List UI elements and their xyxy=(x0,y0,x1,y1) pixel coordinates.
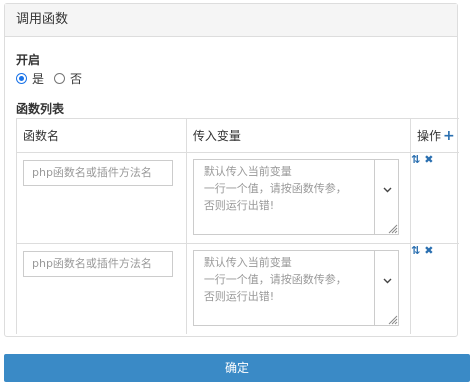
enable-yes-label: 是 xyxy=(32,72,45,86)
enable-no-radio[interactable]: 否 xyxy=(54,70,82,87)
ops-header-label: 操作 xyxy=(417,129,442,143)
vars-field: 默认传入当前变量 一行一个值，请按函数传参， 否则运行出错! xyxy=(192,159,399,235)
remove-icon[interactable]: ✖ xyxy=(424,244,433,257)
ops-cell: ⇅ ✖ xyxy=(410,152,459,244)
function-name-header: 函数名 xyxy=(16,118,187,153)
remove-icon[interactable]: ✖ xyxy=(424,153,433,166)
chevron-down-icon[interactable] xyxy=(383,187,392,193)
resize-handle-icon[interactable] xyxy=(388,315,398,325)
function-name-input[interactable]: php函数名或插件方法名 xyxy=(23,251,173,277)
function-table: 函数名 传入变量 操作 + php函数名或插件方法名 默认传入当前变量 一行一个值… xyxy=(16,118,459,334)
radio-checked-icon[interactable] xyxy=(16,73,27,84)
vars-textarea[interactable]: 默认传入当前变量 一行一个值，请按函数传参， 否则运行出错! xyxy=(194,160,375,234)
enable-label: 开启 xyxy=(16,53,41,67)
function-name-input[interactable]: php函数名或插件方法名 xyxy=(23,160,173,186)
vars-field: 默认传入当前变量 一行一个值，请按函数传参， 否则运行出错! xyxy=(192,250,399,326)
vars-cell: 默认传入当前变量 一行一个值，请按函数传参， 否则运行出错! xyxy=(185,243,411,334)
function-name-cell: php函数名或插件方法名 xyxy=(16,243,187,334)
enable-yes-radio[interactable]: 是 xyxy=(16,70,44,87)
enable-no-label: 否 xyxy=(70,72,83,86)
panel-title: 调用函数 xyxy=(5,4,457,37)
confirm-button[interactable]: 确定 xyxy=(4,354,470,382)
resize-handle-icon[interactable] xyxy=(388,224,398,234)
enable-radio-group: 是 否 xyxy=(16,70,92,87)
sort-icon[interactable]: ⇅ xyxy=(411,244,420,257)
ops-header: 操作 + xyxy=(410,118,459,153)
table-header-row: 函数名 传入变量 操作 + xyxy=(16,118,459,153)
function-name-cell: php函数名或插件方法名 xyxy=(16,152,187,244)
vars-header: 传入变量 xyxy=(185,118,411,153)
function-list-label: 函数列表 xyxy=(16,102,65,116)
table-row: php函数名或插件方法名 默认传入当前变量 一行一个值，请按函数传参， 否则运行… xyxy=(16,152,459,244)
sort-icon[interactable]: ⇅ xyxy=(411,153,420,166)
vars-cell: 默认传入当前变量 一行一个值，请按函数传参， 否则运行出错! xyxy=(185,152,411,244)
plus-icon[interactable]: + xyxy=(443,128,455,144)
call-function-panel: 调用函数 开启 是 否 函数列表 函数名 传入变量 操作 + php函数名或插件方… xyxy=(4,3,459,337)
ops-cell: ⇅ ✖ xyxy=(410,243,459,334)
chevron-down-icon[interactable] xyxy=(383,278,392,284)
vars-textarea[interactable]: 默认传入当前变量 一行一个值，请按函数传参， 否则运行出错! xyxy=(194,251,375,325)
radio-unchecked-icon[interactable] xyxy=(54,73,66,84)
table-row: php函数名或插件方法名 默认传入当前变量 一行一个值，请按函数传参， 否则运行… xyxy=(16,243,459,334)
